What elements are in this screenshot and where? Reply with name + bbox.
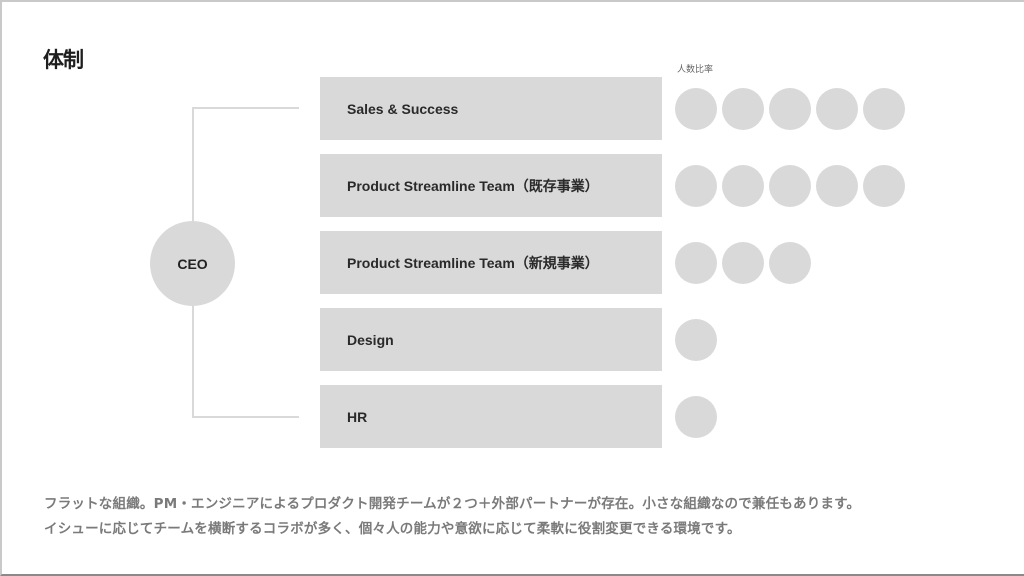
team-label: Product Streamline Team（既存事業）	[347, 177, 599, 194]
headcount-dot	[722, 241, 764, 284]
headcount-dots	[675, 231, 811, 294]
team-box: HR	[320, 385, 662, 448]
page-title: 体制	[43, 48, 84, 72]
headcount-dot	[769, 241, 811, 284]
headcount-dot	[816, 87, 858, 130]
headcount-dot	[722, 87, 764, 130]
team-box: Product Streamline Team（新規事業）	[320, 231, 662, 294]
team-box: Sales & Success	[320, 77, 662, 140]
team-label: Product Streamline Team（新規事業）	[347, 254, 599, 271]
description-line: フラットな組織。PM・エンジニアによるプロダクト開発チームが２つ＋外部パートナー…	[44, 496, 861, 512]
headcount-dot	[769, 87, 811, 130]
headcount-dots	[675, 77, 905, 140]
team-label: HR	[347, 408, 368, 425]
connector-top	[192, 107, 299, 109]
team-label: Design	[347, 331, 394, 348]
headcount-dot	[675, 318, 717, 361]
headcount-dot	[863, 87, 905, 130]
description: フラットな組織。PM・エンジニアによるプロダクト開発チームが２つ＋外部パートナー…	[44, 492, 860, 542]
headcount-dot	[675, 164, 717, 207]
headcount-dot	[816, 164, 858, 207]
team-box: Design	[320, 308, 662, 371]
ceo-label: CEO	[177, 255, 208, 272]
headcount-dots	[675, 308, 717, 371]
team-box: Product Streamline Team（既存事業）	[320, 154, 662, 217]
headcount-dot	[675, 395, 717, 438]
headcount-dots	[675, 385, 717, 448]
headcount-dot	[722, 164, 764, 207]
headcount-dot	[675, 241, 717, 284]
connector-bottom	[192, 416, 299, 418]
headcount-dots	[675, 154, 905, 217]
headcount-ratio-label: 人数比率	[677, 65, 714, 75]
headcount-dot	[769, 164, 811, 207]
team-label: Sales & Success	[347, 100, 459, 117]
headcount-dot	[863, 164, 905, 207]
description-line: イシューに応じてチームを横断するコラボが多く、個々人の能力や意欲に応じて柔軟に役…	[44, 521, 741, 537]
headcount-dot	[675, 87, 717, 130]
ceo-node: CEO	[150, 221, 235, 306]
